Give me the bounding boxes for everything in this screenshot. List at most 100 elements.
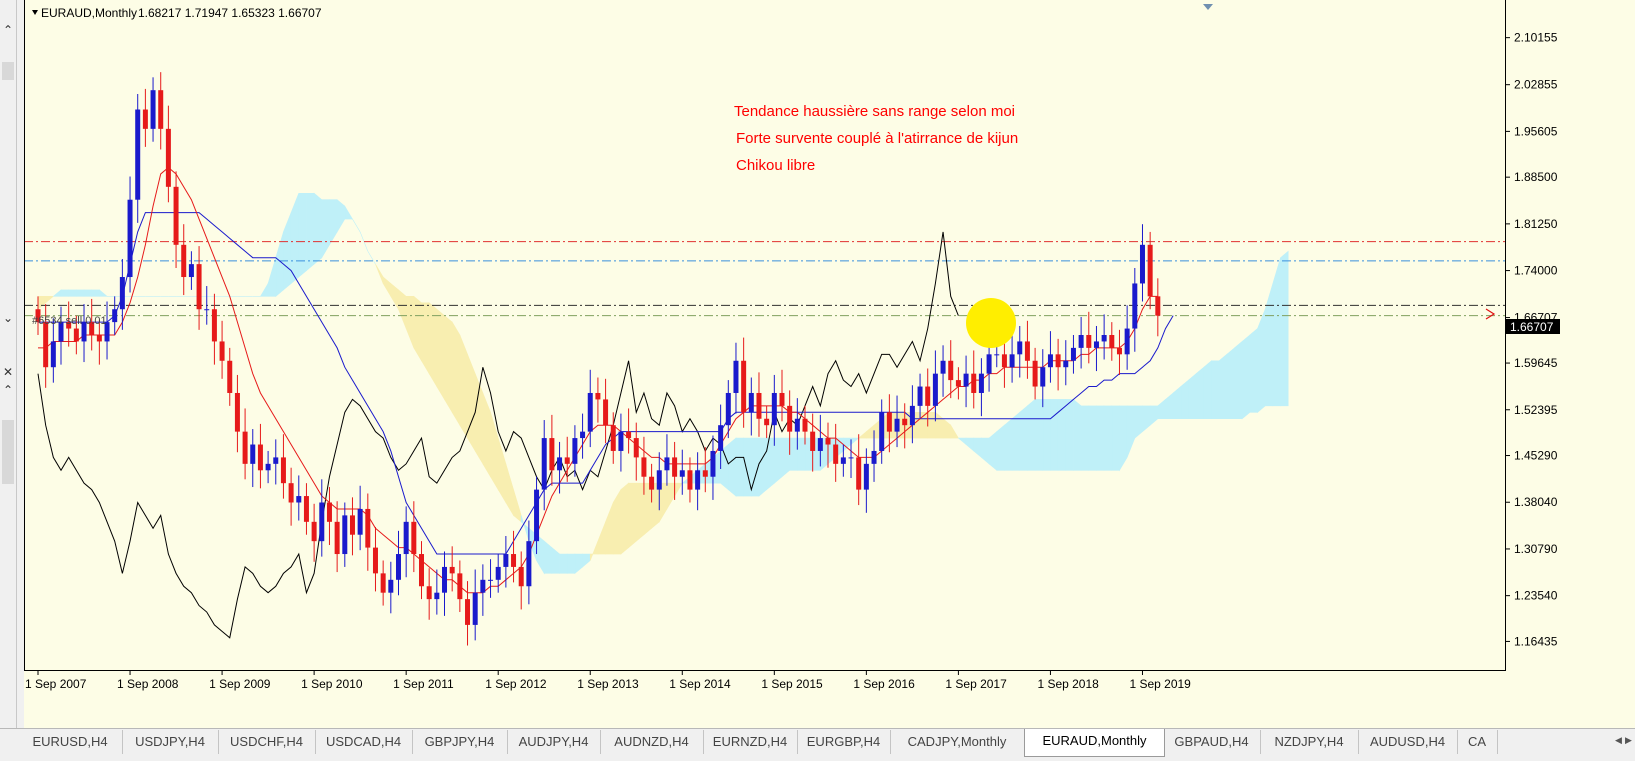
bull-candle	[664, 457, 670, 471]
tab-audusd-h4[interactable]: AUDUSD,H4	[1358, 730, 1458, 754]
dropdown-triangle-icon[interactable]	[32, 10, 38, 15]
tab-eurnzd-h4[interactable]: EURNZD,H4	[703, 730, 798, 754]
bear-candle	[633, 438, 639, 458]
bull-candle	[771, 392, 777, 426]
cloud-segment	[935, 411, 944, 439]
tab-ca[interactable]: CA	[1457, 730, 1498, 754]
cloud-segment	[957, 437, 967, 446]
time-axis-line	[24, 670, 1506, 671]
bear-candle	[626, 431, 632, 439]
bull-candle	[150, 90, 156, 129]
bear-candle	[649, 476, 655, 490]
cloud-segment	[857, 430, 867, 439]
bull-candle	[710, 450, 716, 477]
bull-candle	[879, 412, 885, 451]
bull-candle	[587, 392, 593, 432]
cloud-segment	[543, 540, 553, 574]
tab-gbpaud-h4[interactable]: GBPAUD,H4	[1163, 730, 1261, 754]
tab-audnzd-h4[interactable]: AUDNZD,H4	[600, 730, 704, 754]
cloud-segment	[421, 302, 430, 375]
bull-candle	[250, 444, 256, 464]
tab-cadjpy-monthly[interactable]: CADJPY,Monthly	[890, 730, 1025, 754]
tab-scroll-controls[interactable]: ◀ ▶	[1613, 730, 1635, 754]
cloud-segment	[551, 546, 560, 574]
bear-candle	[365, 508, 371, 548]
bear-candle	[326, 502, 332, 522]
bear-candle	[1024, 341, 1030, 361]
price-tick-label: 1.23540	[1514, 589, 1558, 603]
bear-candle	[641, 457, 647, 477]
close-icon[interactable]: ✕	[1, 364, 15, 380]
cloud-segment	[950, 424, 959, 439]
bull-candle	[1047, 354, 1053, 368]
cloud-segment	[720, 443, 729, 491]
tab-nzdjpy-h4[interactable]: NZDJPY,H4	[1260, 730, 1359, 754]
bull-candle	[557, 457, 563, 471]
bear-candle	[595, 392, 601, 400]
cloud-segment	[666, 482, 675, 511]
cloud-segment	[45, 296, 55, 304]
bull-candle	[994, 354, 1000, 356]
bull-candle	[442, 566, 448, 593]
bull-candle	[480, 579, 486, 593]
cloud-segment	[735, 437, 744, 497]
tab-usdjpy-h4[interactable]: USDJPY,H4	[122, 730, 219, 754]
bull-candle	[1078, 335, 1084, 348]
bull-candle	[978, 373, 984, 393]
bear-candle	[948, 360, 954, 381]
tab-usdcad-h4[interactable]: USDCAD,H4	[315, 730, 413, 754]
tab-audjpy-h4[interactable]: AUDJPY,H4	[507, 730, 601, 754]
cloud-segment	[405, 296, 415, 348]
bull-candle	[718, 425, 724, 451]
cloud-segment	[1019, 405, 1028, 471]
price-arrow-icon	[1485, 308, 1496, 320]
cloud-segment	[1027, 398, 1036, 471]
bull-candle	[1009, 354, 1015, 368]
cloud-segment	[674, 482, 683, 498]
price-tick-label: 2.02855	[1514, 78, 1558, 92]
cloud-segment	[336, 199, 346, 234]
bull-candle	[748, 392, 754, 413]
bull-candle	[840, 457, 846, 464]
tab-eurgbp-h4[interactable]: EURGBP,H4	[797, 730, 891, 754]
cloud-segment	[566, 553, 576, 574]
cloud-segment	[321, 199, 330, 259]
scrollbar-thumb[interactable]	[2, 62, 14, 80]
chart-window[interactable]: EURAUD,Monthly 1.68217 1.71947 1.65323 1…	[24, 0, 1635, 728]
cloud-segment	[1195, 366, 1205, 420]
bull-candle	[488, 579, 494, 581]
chevron-right-icon[interactable]: ▶	[1625, 736, 1632, 746]
chevron-up-icon[interactable]: ⌃	[1, 382, 15, 398]
bear-candle	[211, 309, 217, 342]
tab-usdchf-h4[interactable]: USDCHF,H4	[218, 730, 316, 754]
tab-eurusd-h4[interactable]: EURUSD,H4	[18, 730, 123, 754]
cloud-segment	[298, 192, 307, 278]
bull-candle	[434, 592, 440, 600]
current-price-label: 1.66707	[1510, 320, 1554, 334]
cloud-segment	[367, 251, 376, 265]
bull-candle	[357, 508, 363, 535]
price-tick-label: 1.52395	[1514, 403, 1558, 417]
cloud-segment	[329, 199, 338, 246]
bear-candle	[303, 496, 309, 522]
shift-marker-icon[interactable]	[1203, 4, 1213, 10]
price-tick-label: 1.88500	[1514, 170, 1558, 184]
bull-candle	[733, 360, 739, 393]
scrollbar-thumb[interactable]	[2, 420, 14, 484]
bear-candle	[741, 360, 747, 413]
cloud-segment	[1134, 405, 1143, 439]
chevron-left-icon[interactable]: ◀	[1615, 736, 1622, 746]
cloud-segment	[1249, 327, 1258, 413]
cloud-segment	[628, 482, 637, 549]
chevron-down-icon[interactable]: ⌄	[1, 310, 15, 326]
cloud-segment	[1149, 405, 1159, 426]
tab-gbpjpy-h4[interactable]: GBPJPY,H4	[412, 730, 508, 754]
cloud-segment	[283, 212, 292, 291]
time-tick-label: 1 Sep 2017	[945, 677, 1007, 691]
tab-euraud-monthly[interactable]: EURAUD,Monthly	[1024, 729, 1165, 757]
chevron-up-icon[interactable]: ⌃	[1, 22, 15, 38]
bull-candle	[940, 360, 946, 374]
bear-candle	[702, 470, 708, 477]
candlestick-chart: EURAUD,Monthly 1.68217 1.71947 1.65323 1…	[24, 0, 1560, 691]
bear-candle	[280, 457, 286, 484]
